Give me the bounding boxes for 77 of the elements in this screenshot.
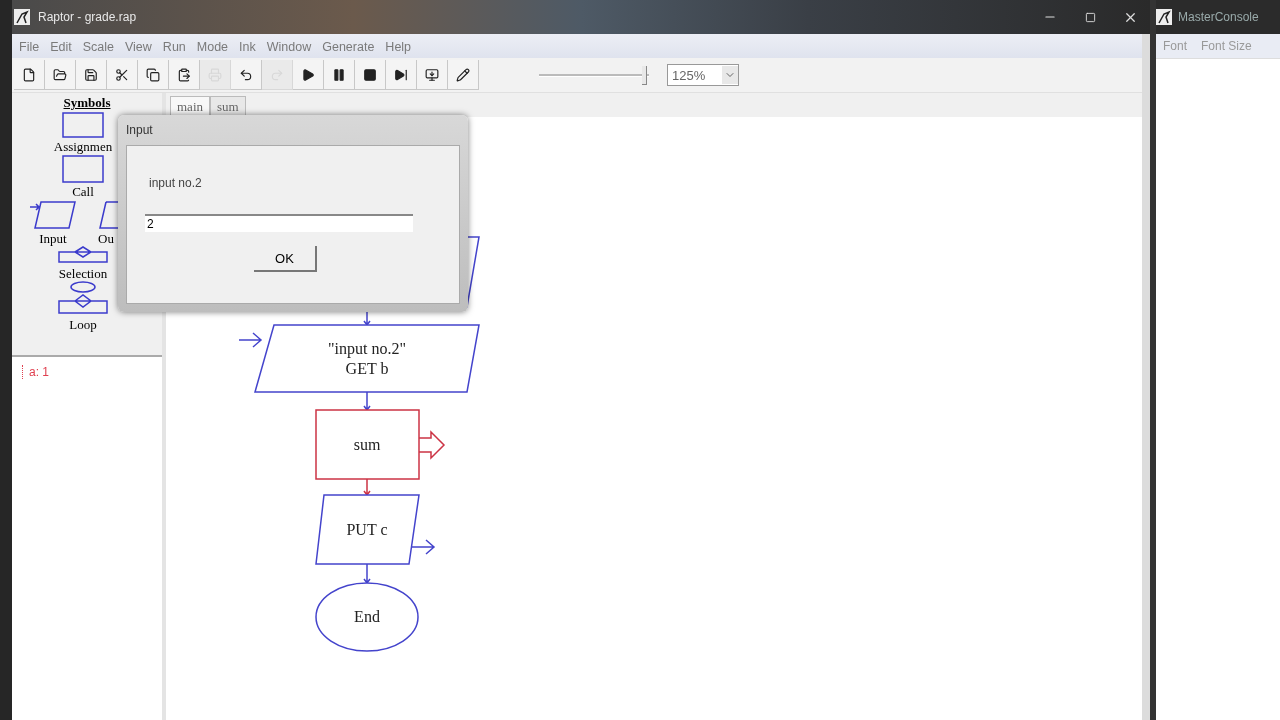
- toolbar-button[interactable]: [448, 60, 479, 90]
- menu-item[interactable]: Scale: [79, 40, 120, 54]
- prompt-text: input no.2: [149, 176, 202, 190]
- toolbar-button[interactable]: [14, 60, 45, 90]
- menu-item[interactable]: Help: [382, 40, 418, 54]
- assignment-symbol-icon[interactable]: [61, 111, 105, 139]
- app-logo-icon: [14, 9, 30, 25]
- new-file-icon: [22, 67, 36, 82]
- play-icon: [301, 67, 315, 82]
- scissors-icon: [115, 67, 129, 82]
- toolbar-button[interactable]: [231, 60, 262, 90]
- symbol-label: Input: [39, 231, 67, 246]
- node-text: "input no.2": [328, 339, 406, 357]
- connector-arrow: [363, 391, 371, 412]
- end-node[interactable]: [315, 582, 419, 652]
- selection-symbol-icon[interactable]: [57, 246, 109, 266]
- node-text: sum: [353, 435, 381, 453]
- output-node[interactable]: [315, 494, 436, 565]
- menu-item[interactable]: Run: [159, 40, 192, 54]
- toolbar-button[interactable]: [45, 60, 76, 90]
- node-text: End: [354, 608, 380, 625]
- slider-thumb[interactable]: [641, 66, 647, 85]
- input-field[interactable]: 2: [145, 214, 413, 232]
- output-symbol-icon[interactable]: [98, 199, 118, 231]
- maximize-icon: [1084, 11, 1096, 23]
- toolbar-button[interactable]: [417, 60, 448, 90]
- step-icon: [394, 67, 408, 82]
- symbol-label: Ou: [98, 231, 114, 246]
- connector-arrow: [363, 478, 371, 497]
- loop-symbol-icon[interactable]: [57, 281, 109, 317]
- ok-button[interactable]: OK: [254, 246, 317, 272]
- toolbar-button[interactable]: [169, 60, 200, 90]
- menu-item[interactable]: Generate: [319, 40, 381, 54]
- toolbar-button[interactable]: [76, 60, 107, 90]
- paste-icon: [177, 67, 191, 82]
- menu-item[interactable]: File: [16, 40, 46, 54]
- call-symbol-icon[interactable]: [61, 154, 105, 184]
- copy-icon: [146, 67, 160, 82]
- save-icon: [84, 67, 98, 82]
- pause-icon: [332, 67, 346, 82]
- toolbar-button[interactable]: [107, 60, 138, 90]
- toolbar-button[interactable]: [138, 60, 169, 90]
- symbol-label: Loop: [69, 317, 97, 332]
- variable-value: a: 1: [22, 365, 49, 379]
- monitor-icon: [425, 67, 439, 82]
- node-text: PUT c: [346, 520, 388, 538]
- connector-arrow: [363, 563, 371, 585]
- menu-item[interactable]: Edit: [47, 40, 78, 54]
- input-symbol-icon[interactable]: [29, 199, 77, 231]
- menu-item[interactable]: Ink: [236, 40, 262, 54]
- toolbar-button[interactable]: [293, 60, 324, 90]
- speed-slider[interactable]: [539, 64, 649, 86]
- menu-item[interactable]: Font Size: [1201, 39, 1252, 53]
- call-node[interactable]: [315, 409, 446, 480]
- dialog-title: Input: [126, 122, 154, 139]
- folder-icon: [53, 67, 67, 82]
- menu-item[interactable]: View: [122, 40, 158, 54]
- toolbar-button[interactable]: [324, 60, 355, 90]
- window-title: Raptor - grade.rap: [38, 10, 137, 24]
- tab[interactable]: main: [170, 96, 210, 117]
- menu-item[interactable]: Mode: [193, 40, 235, 54]
- undo-icon: [239, 67, 253, 82]
- menu-item[interactable]: Window: [263, 40, 318, 54]
- menu-item[interactable]: Font: [1163, 39, 1187, 53]
- toolbar-button[interactable]: [355, 60, 386, 90]
- input-node[interactable]: [238, 324, 480, 393]
- pencil-icon: [456, 67, 470, 82]
- zoom-dropdown[interactable]: 125%: [667, 64, 739, 86]
- console-title: MasterConsole: [1178, 10, 1259, 24]
- symbol-label: Assignmen: [53, 139, 113, 154]
- symbol-label: Selection: [58, 266, 108, 281]
- symbols-title: Symbols: [63, 95, 111, 111]
- toolbar-button[interactable]: [386, 60, 417, 90]
- symbol-label: Call: [72, 184, 94, 199]
- node-text: GET b: [345, 359, 389, 377]
- stop-icon: [363, 67, 377, 82]
- tab[interactable]: sum: [210, 96, 246, 117]
